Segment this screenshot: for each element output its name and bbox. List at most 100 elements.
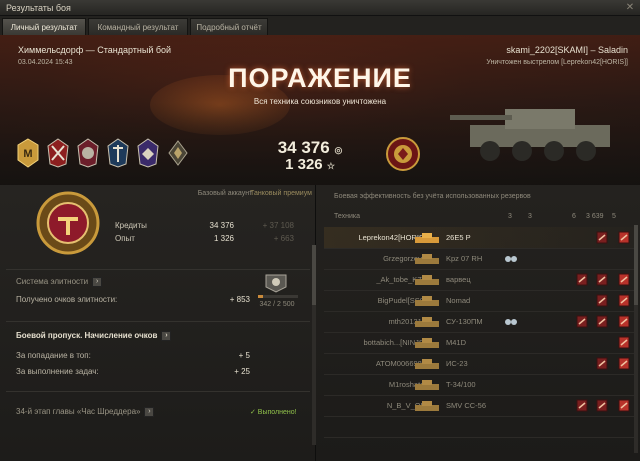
window-title: Результаты боя <box>6 3 71 13</box>
total-credits: 34 376 <box>277 138 330 157</box>
kill-icon[interactable] <box>618 315 630 328</box>
kill-icon[interactable] <box>618 273 630 286</box>
tab-personal-result[interactable]: Личный результат <box>2 18 86 35</box>
column-header: 5 <box>612 213 616 220</box>
table-row[interactable]: ATOM0066981 ИС-23 <box>324 353 638 375</box>
table-row[interactable]: _Ak_tobe_KZ_ варвец <box>324 269 638 291</box>
chapter-info-button[interactable]: › <box>144 407 155 417</box>
spotted-icon <box>504 318 518 326</box>
right-scroll-thumb[interactable] <box>634 225 638 305</box>
row-divider <box>324 437 638 438</box>
tank-icon <box>415 359 439 369</box>
kill-icon[interactable] <box>618 357 630 370</box>
battle-result-title: ПОРАЖЕНИЕ <box>228 63 412 93</box>
damage-icon[interactable] <box>576 273 588 286</box>
damage-icon[interactable] <box>596 294 608 307</box>
table-row[interactable]: M1roshatel T-34/100 <box>324 374 638 396</box>
tank-icon <box>415 296 439 306</box>
bp-tasks-value: + 25 <box>234 367 250 376</box>
table-row[interactable]: Grzegorzeva Kpz 07 RH <box>324 248 638 270</box>
table-row[interactable]: Leprekon42[HORIS] 26E5 P <box>324 227 638 249</box>
damage-icon[interactable] <box>576 399 588 412</box>
table-row[interactable] <box>324 416 638 438</box>
damage-icon[interactable] <box>596 399 608 412</box>
player-name: bottabich...[NINJS] <box>363 338 426 347</box>
column-header: 3 639 <box>586 213 604 220</box>
tank-name: Kpz 07 RH <box>446 254 483 263</box>
table-row[interactable]: mth201313 СУ-130ПМ <box>324 311 638 333</box>
close-icon[interactable]: ✕ <box>624 2 636 14</box>
credits-label: Кредиты <box>115 221 147 230</box>
player-name: BigPudel[SS0] <box>377 296 426 305</box>
kill-icon[interactable] <box>618 294 630 307</box>
personal-result-panel: Базовый аккаунт Танковый премиум Кредиты… <box>0 185 316 461</box>
player-name: Leprekon42[HORIS] <box>358 233 426 242</box>
rank-medal-icon[interactable] <box>166 138 190 168</box>
kill-icon[interactable] <box>618 336 630 349</box>
tab-detailed-report[interactable]: Подробный отчёт <box>190 18 268 35</box>
chapter-status: ✓ Выполнено! <box>250 409 297 416</box>
elite-system-title: Система элитности › <box>16 277 103 287</box>
damage-icon[interactable] <box>596 315 608 328</box>
right-scrollbar[interactable] <box>634 225 638 453</box>
credits-icon: ◎ <box>334 145 343 155</box>
player-name: ATOM0066981 <box>375 359 426 368</box>
tank-icon <box>415 317 439 327</box>
window-titlebar: Результаты боя ✕ <box>0 0 640 16</box>
tank-name: СУ-130ПМ <box>446 317 483 326</box>
mastery-badge-icon[interactable]: M <box>16 138 40 168</box>
tank-name: T-34/100 <box>446 380 476 389</box>
elite-progress-fill <box>258 295 264 298</box>
team-achievement-icon[interactable] <box>385 136 421 172</box>
column-header: 3 <box>528 213 532 220</box>
efficiency-cells <box>534 357 634 371</box>
kill-icon[interactable] <box>618 399 630 412</box>
player-name: N_B_V_QR <box>386 401 426 410</box>
wot-emblem-icon <box>36 191 100 255</box>
kill-icon[interactable] <box>618 231 630 244</box>
eagle-medal-icon[interactable] <box>136 138 160 168</box>
elite-points-label: Получено очков элитности: <box>16 295 118 304</box>
efficiency-heading: Боевая эффективность без учёта использов… <box>334 193 531 200</box>
tank-name: варвец <box>446 275 471 284</box>
battle-result-subtitle: Вся техника союзников уничтожена <box>253 97 387 106</box>
table-row[interactable]: bottabich...[NINJS] M41D <box>324 332 638 354</box>
tank-name: SMV CC-56 <box>446 401 487 410</box>
shield-medal-icon[interactable] <box>106 138 130 168</box>
chapter-stage-title: 34-й этап главы «Час Шреддера» › <box>16 407 155 417</box>
crossed-swords-medal-icon[interactable] <box>46 138 70 168</box>
tank-name: M41D <box>446 338 467 347</box>
elite-system-label: Система элитности <box>16 277 89 287</box>
damage-icon[interactable] <box>576 315 588 328</box>
tank-icon <box>415 254 439 264</box>
xp-star-icon: ☆ <box>326 161 335 171</box>
battle-pass-info-button[interactable]: › <box>161 331 172 341</box>
damage-icon[interactable] <box>596 231 608 244</box>
elite-progress-text: 342 / 2 500 <box>259 301 295 308</box>
table-row[interactable]: BigPudel[SS0] Nomad <box>324 290 638 312</box>
table-row[interactable]: N_B_V_QR SMV CC-56 <box>324 395 638 417</box>
tank-icon <box>415 401 439 411</box>
tab-team-result[interactable]: Командный результат <box>88 18 188 35</box>
tank-icon <box>415 233 439 243</box>
player-name: mth201313 <box>388 317 426 326</box>
battle-pass-title: Боевой пропуск. Начисление очков › <box>16 331 172 341</box>
vehicle-column-header: Техника <box>334 213 361 220</box>
xp-premium-value: + 663 <box>273 234 294 243</box>
premium-account-header: Танковый премиум <box>250 190 312 197</box>
efficiency-cells <box>534 252 634 266</box>
stars-medal-icon[interactable] <box>76 138 100 168</box>
damage-icon[interactable] <box>596 273 608 286</box>
player-name: _Ak_tobe_KZ_ <box>376 275 426 284</box>
result-banner: Химмельсдорф — Стандартный бой 03.04.202… <box>0 35 640 185</box>
efficiency-cells <box>534 420 634 434</box>
total-xp: 1 326 <box>285 156 323 173</box>
section-divider <box>6 391 310 392</box>
xp-label: Опыт <box>115 234 135 243</box>
tank-icon <box>415 380 439 390</box>
elite-info-button[interactable]: › <box>92 277 103 287</box>
elite-level-icon <box>265 274 287 293</box>
efficiency-cells <box>534 231 634 245</box>
credits-premium-value: + 37 108 <box>262 221 294 230</box>
damage-icon[interactable] <box>596 357 608 370</box>
